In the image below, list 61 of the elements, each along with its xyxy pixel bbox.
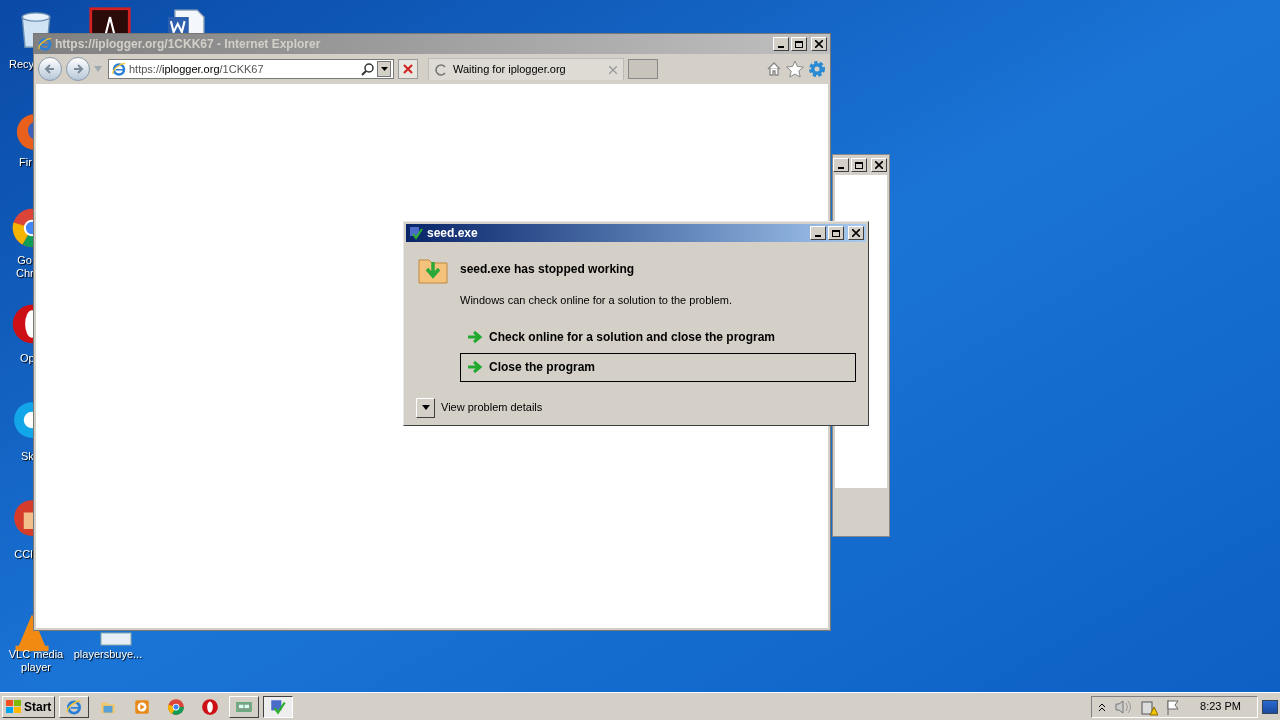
browser-tab[interactable]: Waiting for iplogger.org (428, 58, 624, 80)
taskbar-button[interactable] (263, 695, 294, 718)
close-button[interactable] (871, 158, 887, 172)
address-bar[interactable]: https://iplogger.org/1CKK67 (108, 59, 394, 79)
document-icon (88, 6, 132, 33)
stop-button[interactable] (398, 59, 418, 79)
dropdown-button[interactable] (377, 61, 391, 77)
browser-icon (167, 697, 186, 716)
forward-arrow-icon (72, 63, 84, 75)
forward-button[interactable] (66, 57, 90, 81)
dialog-message: Windows can check online for a solution to the problem. (460, 293, 733, 308)
expand-button[interactable] (416, 397, 435, 418)
arrow-icon (467, 360, 483, 374)
dialog-title: seed.exe (427, 225, 478, 242)
start-button[interactable]: Start (2, 695, 56, 718)
address-text: https://iplogger.org/1CKK67 (129, 61, 264, 77)
star-icon[interactable] (786, 60, 804, 78)
desktop-icon-label[interactable]: Sk (21, 450, 33, 463)
desktop-icon-label[interactable]: CCl (14, 548, 33, 561)
desktop-icon-label[interactable]: Recy (9, 58, 33, 71)
close-button[interactable] (848, 226, 864, 240)
tab-label: Waiting for iplogger.org (453, 62, 567, 78)
window-title: https://iplogger.org/1CKK67 - Internet Explorer (55, 36, 321, 53)
details-link[interactable]: View problem details (441, 399, 543, 416)
maximize-button[interactable] (851, 158, 867, 172)
maximize-button[interactable] (828, 226, 844, 240)
desktop-icon-label[interactable]: Go Chr (16, 254, 33, 280)
dialog-heading: seed.exe has stopped working (460, 261, 636, 278)
caret-icon (380, 67, 388, 71)
maximize-button[interactable] (791, 37, 807, 51)
internet-explorer-icon (37, 36, 53, 52)
close-button[interactable] (811, 37, 827, 51)
folder-arrow-icon (418, 256, 448, 284)
back-button[interactable] (38, 57, 62, 81)
loading-icon (435, 63, 447, 76)
caret-icon (421, 405, 430, 410)
internet-explorer-icon (65, 697, 84, 716)
stop-icon (403, 64, 413, 74)
chevron-up-icon[interactable] (1098, 701, 1107, 712)
arrow-icon (467, 330, 483, 344)
desktop-icon-label[interactable]: Fir (18, 156, 33, 169)
internet-explorer-icon (111, 61, 127, 77)
minimize-button[interactable] (773, 37, 789, 51)
desktop-icon-label[interactable]: playersbuye... (72, 648, 144, 661)
home-icon[interactable] (766, 61, 782, 77)
windows-logo-icon (6, 699, 22, 714)
desktop-icon-label[interactable]: VLC media player (4, 648, 68, 674)
dialog-option[interactable]: Close the program (460, 352, 856, 382)
media-player-icon (133, 697, 152, 716)
browser-icon (201, 697, 220, 716)
show-desktop-button[interactable] (1262, 699, 1278, 714)
close-icon (875, 161, 883, 169)
search-icon[interactable] (361, 62, 375, 76)
back-arrow-icon (44, 63, 56, 75)
minimize-button[interactable] (810, 226, 826, 240)
file-icon (100, 632, 132, 646)
clock[interactable]: 8:23 PM (1200, 698, 1241, 715)
close-icon (815, 40, 823, 48)
dialog-option[interactable]: Check online for a solution and close the program (460, 322, 856, 352)
close-icon (852, 229, 860, 237)
minimize-button[interactable] (833, 158, 849, 172)
